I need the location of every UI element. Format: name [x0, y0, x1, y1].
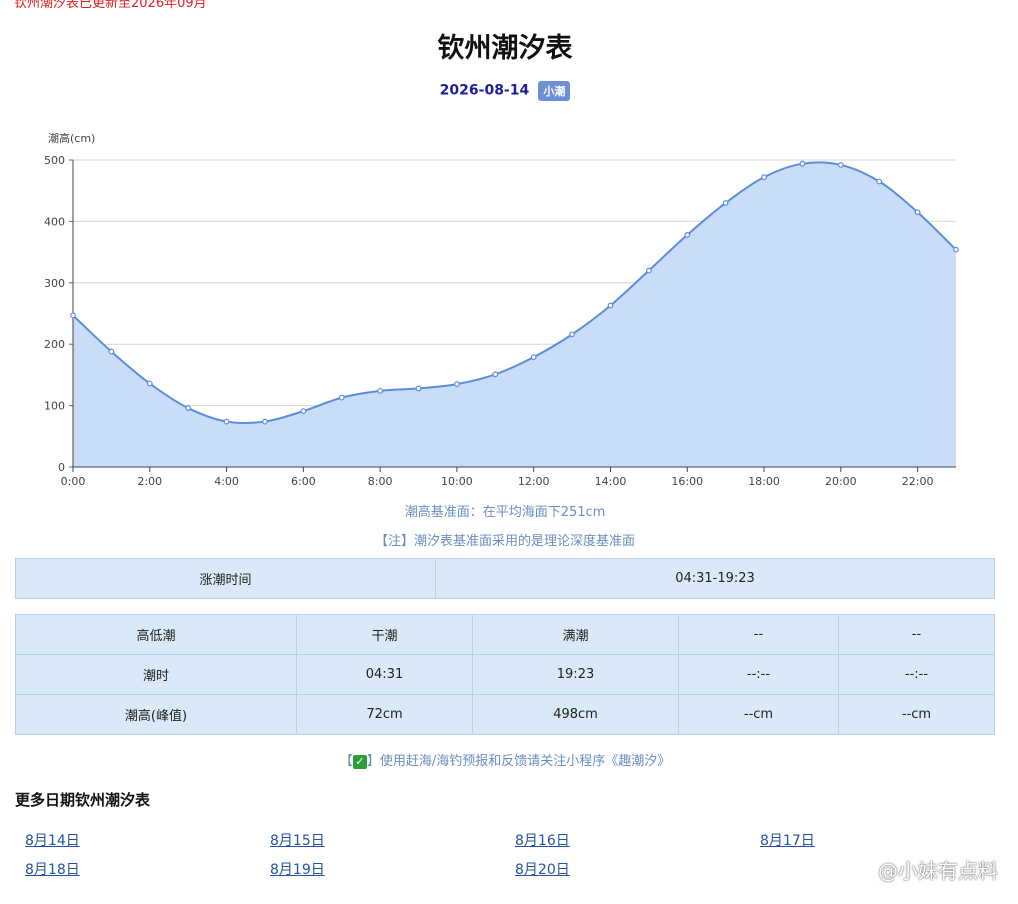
data-point: [300, 408, 307, 415]
check-icon: ✓: [352, 754, 367, 769]
table-cell: 498cm: [472, 694, 679, 735]
rise-time-table: 涨潮时间 04:31-19:23: [15, 558, 995, 599]
y-axis-label: 潮高(cm): [48, 131, 95, 145]
data-point: [837, 162, 844, 168]
date-link-0816[interactable]: 8月16日: [515, 830, 570, 850]
rise-time-label: 涨潮时间: [15, 558, 436, 599]
date-link-0818[interactable]: 8月18日: [25, 859, 80, 879]
table-cell: --:--: [678, 654, 839, 695]
y-tick-label: 100: [44, 400, 65, 413]
data-point: [799, 160, 806, 167]
x-tick-label: 14:00: [595, 475, 627, 488]
data-point: [684, 232, 691, 238]
table-cell: 72cm: [296, 694, 473, 735]
data-point: [607, 302, 614, 309]
data-point: [914, 209, 921, 216]
date-link-0814[interactable]: 8月14日: [25, 830, 80, 850]
table-row: 高低潮 干潮 满潮 -- --: [15, 614, 995, 655]
y-tick-label: 0: [58, 461, 65, 474]
x-tick-label: 20:00: [825, 475, 857, 488]
data-point: [876, 178, 883, 185]
data-point: [185, 405, 192, 411]
x-tick-label: 0:00: [61, 475, 86, 488]
data-point: [146, 380, 153, 387]
table-cell: --: [678, 614, 839, 655]
tide-extremes-table: 高低潮 干潮 满潮 -- -- 潮时 04:31 19:23 --:-- --:…: [15, 614, 995, 735]
row-label: 潮高(峰值): [15, 694, 297, 735]
x-tick-label: 8:00: [368, 475, 393, 488]
update-notice: 钦州潮汐表已更新至2026年09月: [14, 0, 207, 11]
tide-type-badge: 小潮: [538, 80, 571, 101]
table-cell: 04:31: [296, 654, 473, 695]
date-link-0815[interactable]: 8月15日: [270, 830, 325, 850]
data-point: [530, 354, 537, 360]
row-label: 高低潮: [15, 614, 297, 655]
x-tick-label: 6:00: [291, 475, 316, 488]
tide-chart: 0 100 200 300 400 500 潮高(cm) 0:00 2:00 4:00 6:00 8:…: [44, 131, 959, 488]
row-label: 潮时: [15, 654, 297, 695]
data-point: [223, 418, 230, 425]
table-cell: 19:23: [472, 654, 679, 695]
data-point: [454, 381, 460, 388]
table-cell: 干潮: [296, 614, 473, 655]
table-cell: --cm: [678, 694, 839, 735]
data-point: [70, 312, 76, 319]
table-cell: --:--: [838, 654, 995, 695]
promo-text: 】使用赶海/海钓预报和反馈请关注小程序《趣潮汐》: [366, 754, 671, 769]
promo-open-bracket: 【: [339, 754, 353, 769]
datum-note-2: 【注】潮汐表基准面采用的是理论深度基准面: [374, 534, 635, 549]
data-point: [338, 394, 345, 401]
rise-time-row: 涨潮时间 04:31-19:23: [15, 558, 995, 599]
x-tick-label: 18:00: [748, 475, 780, 488]
rise-time-value: 04:31-19:23: [435, 558, 995, 599]
data-point: [415, 385, 422, 392]
table-cell: --: [838, 614, 995, 655]
x-tick-label: 12:00: [518, 475, 550, 488]
promo-note: 【✓ 】使用赶海/海钓预报和反馈请关注小程序《趣潮汐》: [0, 750, 1010, 769]
data-point: [645, 267, 652, 274]
date-link-0819[interactable]: 8月19日: [270, 859, 325, 879]
x-tick-label: 4:00: [214, 475, 239, 488]
x-tick-label: 2:00: [137, 475, 162, 488]
table-row: 潮高(峰值) 72cm 498cm --cm --cm: [15, 694, 995, 735]
y-tick-label: 200: [44, 338, 65, 351]
date-line: 2026-08-14 小潮: [0, 80, 1010, 101]
x-tick-label: 16:00: [671, 475, 703, 488]
data-point: [761, 174, 767, 181]
y-tick-label: 400: [44, 215, 65, 228]
more-dates-title: 更多日期钦州潮汐表: [15, 791, 151, 809]
date-link-0820[interactable]: 8月20日: [515, 859, 570, 879]
table-row: 潮时 04:31 19:23 --:-- --:--: [15, 654, 995, 695]
y-tick-label: 300: [44, 277, 65, 290]
data-point: [262, 418, 268, 425]
data-point: [953, 246, 959, 253]
data-point: [569, 331, 575, 338]
x-tick-label: 22:00: [902, 475, 934, 488]
data-point: [108, 348, 115, 355]
watermark: @小妹有点料: [878, 859, 998, 883]
table-cell: --cm: [838, 694, 995, 735]
data-point: [492, 371, 499, 378]
datum-note: 潮高基准面：在平均海面下251cm: [404, 505, 606, 520]
table-cell: 满潮: [472, 614, 679, 655]
tide-area: [73, 162, 956, 468]
data-point: [377, 387, 384, 394]
y-tick-label: 500: [44, 154, 65, 167]
page-title: 钦州潮汐表: [437, 33, 573, 64]
date-link-0817[interactable]: 8月17日: [760, 830, 815, 850]
date-text: 2026-08-14: [439, 82, 530, 99]
x-tick-label: 10:00: [441, 475, 473, 488]
data-point: [722, 200, 729, 206]
